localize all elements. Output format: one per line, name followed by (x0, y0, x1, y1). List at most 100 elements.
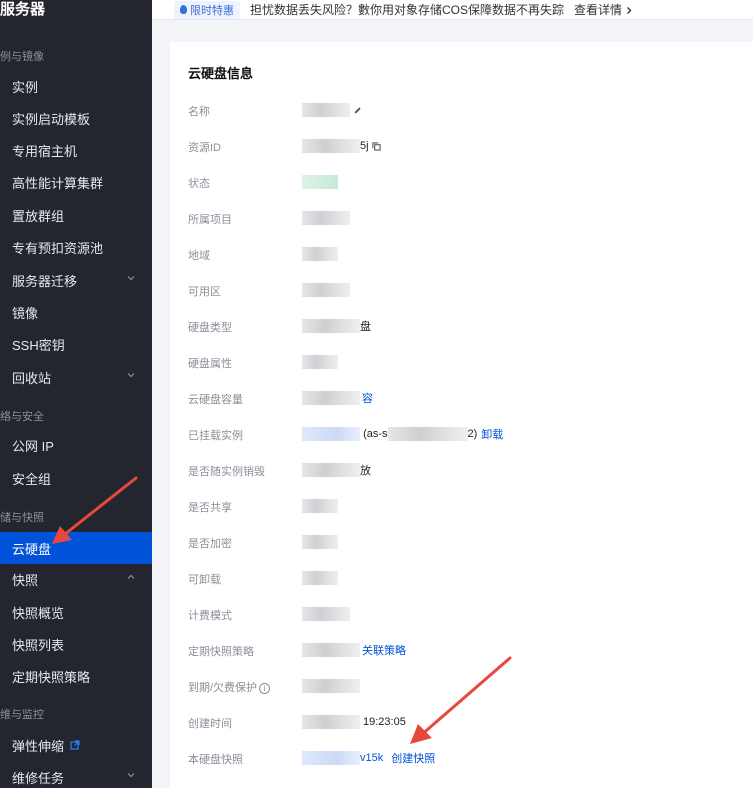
sidebar-item-instances[interactable]: 实例 (0, 70, 152, 102)
section-instances: 例与镜像 (0, 51, 44, 63)
row-value: 容 (302, 388, 373, 408)
redacted-value (302, 571, 338, 585)
row-label: 硬盘属性 (188, 358, 232, 370)
snapshot-id-link[interactable] (302, 751, 360, 765)
sidebar-item-hpc-clusters[interactable]: 高性能计算集群 (0, 166, 152, 198)
row-value: 5j (302, 136, 381, 156)
section-network: 络与安全 (0, 411, 44, 423)
promo-badge: 限时特惠 (174, 0, 240, 19)
sidebar-item-public-ip[interactable]: 公网 IP (0, 429, 152, 461)
sidebar-item-label: 快照 (12, 572, 39, 588)
sidebar-item-snapshot-overview[interactable]: 快照概览 (0, 596, 152, 628)
row-value: 放 (302, 460, 371, 480)
sidebar: 服务器 例与镜像 实例 实例启动模板 专用宿主机 高性能计算集群 置放群组 专有… (0, 0, 152, 788)
sidebar-item-cloud-disk[interactable]: 云硬盘 (0, 532, 152, 564)
sidebar-item-label: 维修任务 (12, 770, 65, 786)
sidebar-item-label: 弹性伸缩 (12, 738, 65, 754)
detach-link[interactable]: 卸载 (481, 426, 503, 442)
row-snapshot-policy: 定期快照策略 关联策略 (188, 640, 748, 660)
redacted-value (302, 319, 360, 333)
row-label: 是否加密 (188, 538, 232, 550)
sidebar-item-label: 实例 (12, 79, 39, 95)
row-detachable: 可卸载 (188, 568, 748, 588)
promo-badge-label: 限时特惠 (190, 4, 234, 17)
row-zone: 可用区 (188, 280, 748, 300)
row-capacity: 云硬盘容量 容 (188, 388, 748, 408)
info-icon[interactable]: i (259, 682, 271, 694)
redacted-value (302, 715, 360, 729)
instance-name-prefix: (as-s (363, 428, 388, 440)
sidebar-item-security-groups[interactable]: 安全组 (0, 462, 152, 494)
row-value: 盘 (302, 316, 371, 336)
sidebar-item-label: 高性能计算集群 (12, 175, 104, 191)
redacted-value (302, 247, 338, 261)
sidebar-item-launch-templates[interactable]: 实例启动模板 (0, 102, 152, 134)
row-label: 可用区 (188, 286, 221, 298)
copy-icon[interactable] (371, 141, 381, 151)
row-billing: 计费模式 (188, 604, 748, 624)
row-destroy-with-instance: 是否随实例销毁 放 (188, 460, 748, 480)
promo-text: 担忧数据丢失风险？數你用对象存储COS保障数据不再失踪 (250, 3, 565, 17)
sidebar-item-server-migration[interactable]: 服务器迁移 (0, 264, 152, 296)
row-encrypted: 是否加密 (188, 532, 748, 552)
sidebar-item-label: 快照概览 (12, 605, 65, 621)
sidebar-item-dedicated-hosts[interactable]: 专用宿主机 (0, 134, 152, 166)
row-value (302, 352, 338, 372)
row-value (302, 244, 338, 264)
row-value (302, 208, 350, 228)
sidebar-item-maintenance-tasks[interactable]: 维修任务 (0, 761, 152, 788)
redacted-value (387, 427, 468, 441)
sidebar-item-snapshot-policy[interactable]: 定期快照策略 (0, 660, 152, 692)
sidebar-item-snapshot-list[interactable]: 快照列表 (0, 628, 152, 660)
row-value: 19:23:05 (302, 712, 406, 732)
sidebar-item-snapshots[interactable]: 快照 (0, 563, 152, 595)
row-value (302, 172, 338, 192)
sidebar-item-ssh-keys[interactable]: SSH密钥 (0, 328, 152, 360)
instance-id-link[interactable] (302, 427, 360, 441)
sidebar-item-placement-groups[interactable]: 置放群组 (0, 199, 152, 231)
row-region: 地域 (188, 244, 748, 264)
destroy-with-suffix: 放 (360, 465, 371, 477)
edit-icon[interactable] (353, 106, 362, 115)
redacted-value (302, 103, 350, 117)
row-label: 已挂载实例 (188, 430, 243, 442)
row-label: 到期/欠费保护 i (188, 679, 271, 695)
redacted-value (302, 499, 338, 513)
sidebar-item-label: 服务器迁移 (12, 273, 78, 289)
row-project: 所属项目 (188, 208, 748, 228)
row-value: v15k 创建快照 (302, 748, 435, 768)
row-label: 是否共享 (188, 502, 232, 514)
row-resource-id: 资源ID 5j (188, 136, 748, 156)
created-time-suffix: 19:23:05 (363, 716, 406, 728)
row-label-text: 到期/欠费保护 (188, 682, 258, 694)
row-label: 是否随实例销毁 (188, 466, 265, 478)
sidebar-item-reserved-pools[interactable]: 专有预扣资源池 (0, 231, 152, 263)
chevron-down-icon (127, 276, 135, 281)
sidebar-title: 服务器 (0, 1, 46, 18)
snapshot-id-suffix[interactable]: v15k (360, 752, 383, 764)
bind-policy-link[interactable]: 关联策略 (362, 642, 406, 658)
redacted-value (302, 355, 338, 369)
row-expire-protect: 到期/欠费保护 i (188, 676, 748, 696)
row-value (302, 280, 350, 300)
row-name: 名称 (188, 100, 748, 120)
row-value (302, 604, 350, 624)
sidebar-item-label: 镜像 (12, 305, 39, 321)
sidebar-item-label: 回收站 (12, 370, 52, 386)
external-link-icon (70, 740, 80, 750)
sidebar-item-label: SSH密钥 (12, 337, 65, 353)
sidebar-item-images[interactable]: 镜像 (0, 296, 152, 328)
row-label: 云硬盘容量 (188, 394, 243, 406)
section-ops: 维与监控 (0, 709, 44, 721)
promo-details-link[interactable]: 查看详情 (574, 1, 633, 18)
create-snapshot-link[interactable]: 创建快照 (391, 750, 435, 766)
expand-capacity-link[interactable]: 容 (362, 390, 373, 406)
row-value (302, 568, 338, 588)
sidebar-item-auto-scaling[interactable]: 弹性伸缩 (0, 729, 152, 761)
sidebar-item-label: 公网 IP (12, 438, 54, 454)
row-label: 资源ID (188, 142, 221, 154)
sidebar-item-recycle-bin[interactable]: 回收站 (0, 361, 152, 393)
redacted-value (302, 607, 350, 621)
redacted-value (302, 463, 360, 477)
disk-info-panel: 云硬盘信息 名称 资源ID 5j 状态 所属项目 地域 可用区 硬盘类型 盘 硬… (170, 42, 753, 788)
